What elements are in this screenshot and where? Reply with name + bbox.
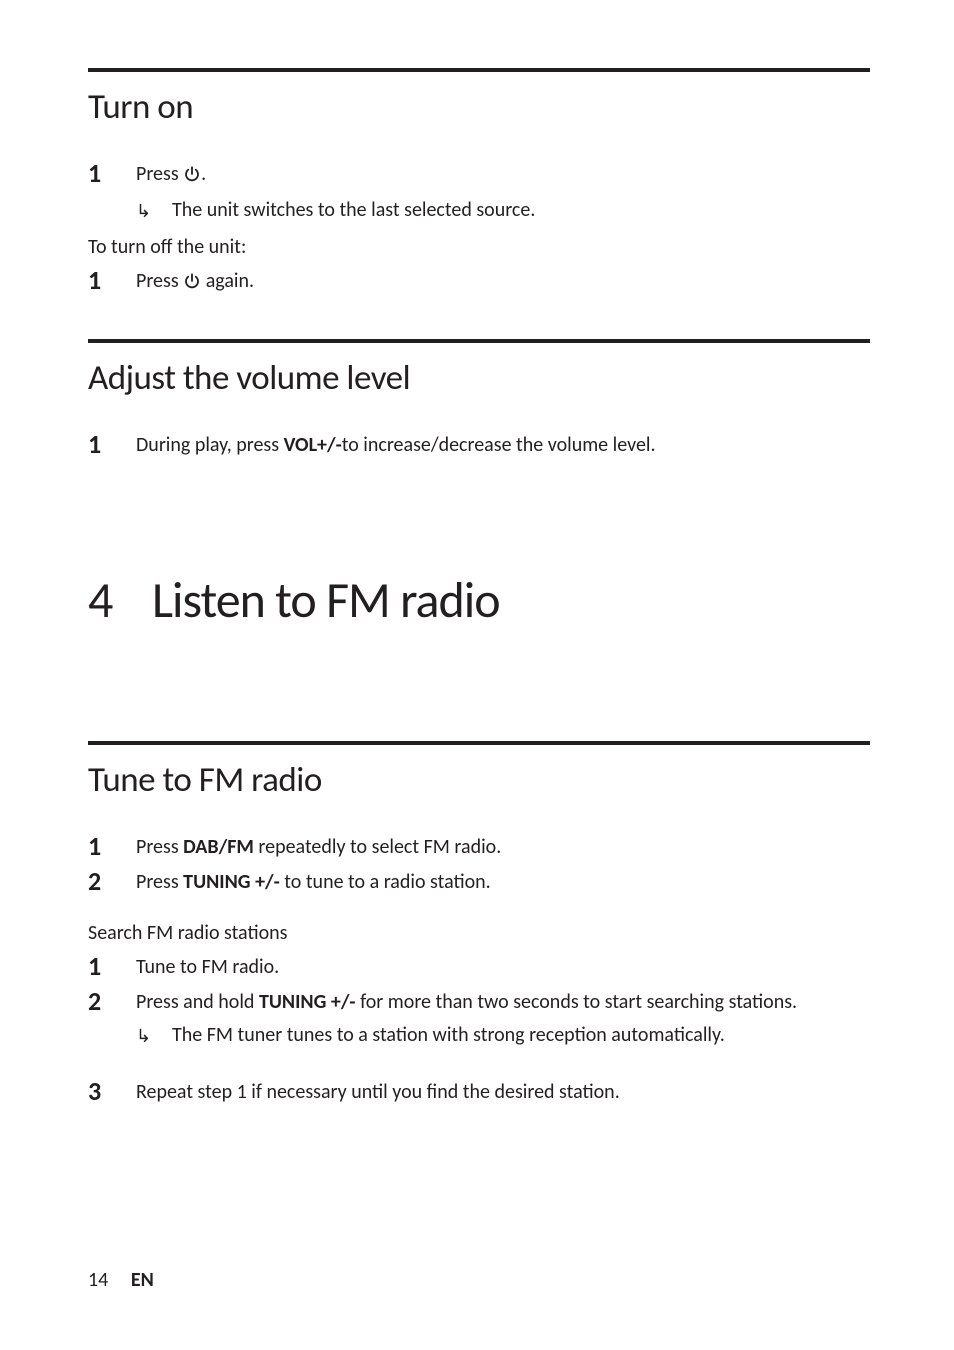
page-footer: 14 EN <box>88 1268 154 1292</box>
text-fragment: During play, press <box>136 433 284 457</box>
result-text: The FM tuner tunes to a station with str… <box>172 1021 870 1050</box>
step-text: Tune to FM radio. <box>136 953 870 982</box>
step-text: Press DAB/FM repeatedly to select FM rad… <box>136 833 870 862</box>
text-fragment: Press <box>136 870 183 894</box>
step-text: Press and hold TUNING +/- for more than … <box>136 988 870 1017</box>
text-fragment: Press <box>136 835 183 859</box>
result-text: The unit switches to the last selected s… <box>172 196 870 225</box>
step-number: 1 <box>88 160 136 186</box>
text-bold: TUNING +/- <box>259 990 356 1014</box>
step-number: 3 <box>88 1078 136 1104</box>
language-code: EN <box>131 1268 154 1292</box>
turn-on-step-1: 1 Press . <box>88 158 870 192</box>
turn-off-intro: To turn off the unit: <box>88 235 870 259</box>
text-fragment: to tune to a radio station. <box>280 870 491 894</box>
text-fragment: again. <box>201 269 254 293</box>
subheading-search-fm: Search FM radio stations <box>88 921 870 945</box>
search-step-1: 1 Tune to FM radio. <box>88 951 870 982</box>
turn-on-result: ↳ The unit switches to the last selected… <box>136 196 870 225</box>
text-fragment: repeatedly to select FM radio. <box>254 835 501 859</box>
tune-step-1: 1 Press DAB/FM repeatedly to select FM r… <box>88 831 870 862</box>
result-arrow-icon: ↳ <box>136 200 172 222</box>
text-bold: DAB/FM <box>183 835 254 859</box>
step-number: 2 <box>88 988 136 1014</box>
power-icon <box>183 163 201 192</box>
text-fragment: . <box>201 162 206 186</box>
step-text: During play, press VOL+/-to increase/dec… <box>136 431 870 460</box>
heading-adjust-volume: Adjust the volume level <box>88 357 870 399</box>
step-number: 2 <box>88 868 136 894</box>
step-number: 1 <box>88 431 136 457</box>
volume-step-1: 1 During play, press VOL+/-to increase/d… <box>88 429 870 460</box>
text-fragment: Press and hold <box>136 990 259 1014</box>
search-result: ↳ The FM tuner tunes to a station with s… <box>136 1021 870 1050</box>
text-fragment: Press <box>136 162 183 186</box>
text-fragment: Press <box>136 269 183 293</box>
chapter-number: 4 <box>88 570 152 631</box>
step-text: Press again. <box>136 267 870 299</box>
step-number: 1 <box>88 833 136 859</box>
search-step-3: 3 Repeat step 1 if necessary until you f… <box>88 1076 870 1107</box>
text-bold: TUNING +/- <box>183 870 280 894</box>
tune-step-2: 2 Press TUNING +/- to tune to a radio st… <box>88 866 870 897</box>
result-arrow-icon: ↳ <box>136 1025 172 1047</box>
text-bold: VOL+/- <box>284 433 342 457</box>
power-icon <box>183 270 201 299</box>
text-fragment: for more than two seconds to start searc… <box>356 990 798 1014</box>
search-step-2: 2 Press and hold TUNING +/- for more tha… <box>88 986 870 1017</box>
page-number: 14 <box>88 1268 108 1292</box>
step-number: 1 <box>88 953 136 979</box>
heading-turn-on: Turn on <box>88 86 870 128</box>
chapter-heading: 4 Listen to FM radio <box>88 570 870 631</box>
step-number: 1 <box>88 267 136 293</box>
chapter-title: Listen to FM radio <box>152 570 500 631</box>
step-text: Press . <box>136 160 870 192</box>
step-text: Press TUNING +/- to tune to a radio stat… <box>136 868 870 897</box>
heading-tune-fm: Tune to FM radio <box>88 759 870 801</box>
turn-off-step-1: 1 Press again. <box>88 265 870 299</box>
step-text: Repeat step 1 if necessary until you fin… <box>136 1078 870 1107</box>
text-fragment: to increase/decrease the volume level. <box>342 433 656 457</box>
